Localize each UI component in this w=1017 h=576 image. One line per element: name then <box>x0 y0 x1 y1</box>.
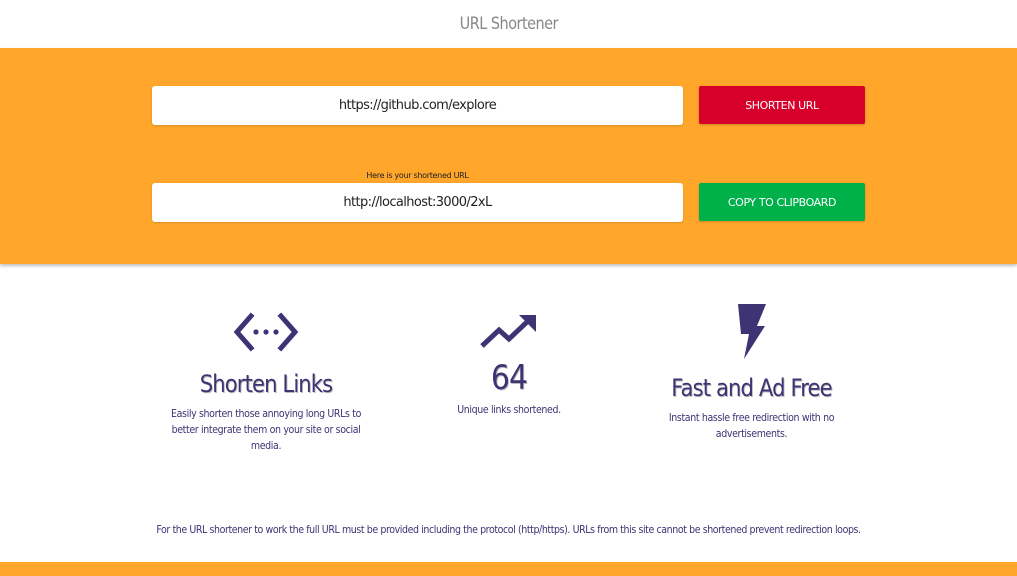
code-arrows-icon <box>233 312 299 352</box>
feature-description: Instant hassle free redirection with no … <box>668 412 835 440</box>
shorten-url-button[interactable]: SHORTEN URL <box>699 86 865 124</box>
feature-title: Shorten Links <box>199 370 333 398</box>
hero-section: SHORTEN URL Here is your shortened URL C… <box>0 48 1017 264</box>
copy-to-clipboard-button[interactable]: COPY TO CLIPBOARD <box>699 183 865 221</box>
page-title: URL Shortener <box>459 14 558 34</box>
links-count-value: 64 <box>490 358 528 398</box>
feature-fast-ad-free: Fast and Ad Free Instant hassle free red… <box>630 300 873 442</box>
lightning-bolt-icon <box>737 304 766 359</box>
feature-title: Fast and Ad Free <box>671 374 832 402</box>
feature-description: Easily shorten those annoying long URLs … <box>170 408 362 452</box>
feature-link-count: 64 Unique links shortened. <box>440 300 578 418</box>
shortened-url-output[interactable] <box>152 183 683 222</box>
footer-bar <box>0 562 1017 576</box>
feature-description: Unique links shortened. <box>457 404 561 416</box>
page-header: URL Shortener <box>0 0 1017 48</box>
feature-shorten-links: Shorten Links Easily shorten those annoy… <box>160 300 372 454</box>
usage-note: For the URL shortener to work the full U… <box>156 524 861 536</box>
shortened-url-hint: Here is your shortened URL <box>366 171 469 180</box>
url-input[interactable] <box>152 86 683 125</box>
trending-up-icon <box>480 315 536 348</box>
